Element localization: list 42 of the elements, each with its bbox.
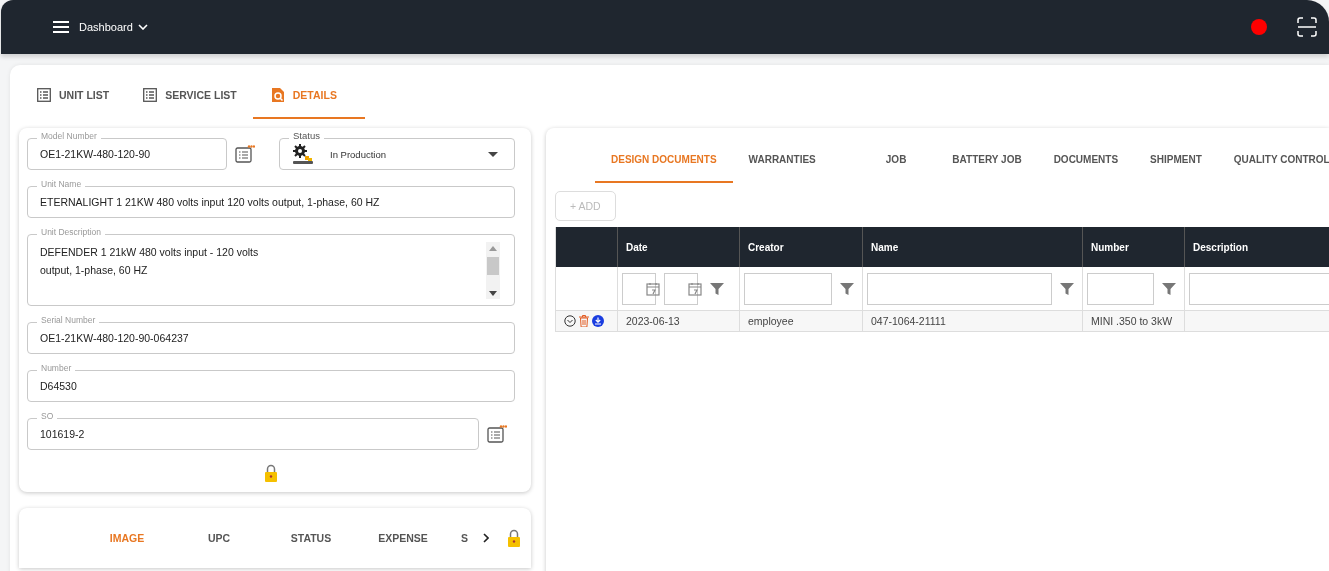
column-header[interactable]: Name bbox=[871, 241, 899, 253]
number-field[interactable]: D64530 bbox=[27, 370, 515, 402]
field-label: Status bbox=[289, 131, 324, 141]
tab[interactable]: EXPENSE bbox=[357, 532, 449, 544]
field-label: Model Number bbox=[37, 131, 101, 141]
so-field[interactable]: 101619-2 bbox=[27, 418, 479, 450]
field-value: OE1-21KW-480-120-90 bbox=[40, 148, 151, 160]
tab[interactable]: BATTERY JOB bbox=[936, 142, 1038, 183]
field-label: Unit Description bbox=[37, 227, 105, 237]
status-select[interactable]: In Production bbox=[279, 138, 515, 170]
tab[interactable]: SERVICE LIST bbox=[134, 75, 246, 119]
tab[interactable]: STATUS bbox=[265, 532, 357, 544]
field-value: 101619-2 bbox=[40, 428, 85, 440]
field-value: In Production bbox=[330, 148, 387, 160]
dashboard-menu[interactable]: Dashboard bbox=[79, 21, 148, 33]
field-label: Serial Number bbox=[37, 315, 100, 325]
tab[interactable]: WARRANTIES bbox=[732, 142, 856, 183]
tab[interactable]: DOCUMENTS bbox=[1037, 142, 1135, 183]
field-value: OE1-21KW-480-120-90-064237 bbox=[40, 332, 189, 344]
field-label: Number bbox=[37, 363, 76, 373]
field-label: Unit Name bbox=[37, 179, 86, 189]
tab[interactable]: UPC bbox=[173, 532, 265, 544]
field-value: DEFENDER 1 21kW 480 volts input - 120 volts output, 1-phase, 60 HZ bbox=[40, 245, 260, 278]
tab[interactable]: S bbox=[461, 532, 475, 544]
column-header[interactable]: Creator bbox=[748, 241, 784, 253]
serial-number-field[interactable]: OE1-21KW-480-120-90-064237 bbox=[27, 322, 515, 354]
field-value: D64530 bbox=[40, 380, 77, 392]
unit-name-field[interactable]: ETERNALIGHT 1 21KW 480 volts input 120 volts output, 1-phase, 60 HZ bbox=[27, 186, 515, 218]
field-label: SO bbox=[37, 411, 58, 421]
table-cell: employee bbox=[748, 315, 794, 327]
column-header[interactable]: Description bbox=[1193, 241, 1248, 253]
tab[interactable]: QUALITY CONTROL bbox=[1217, 142, 1329, 183]
column-header[interactable]: Date bbox=[626, 241, 648, 253]
model-number-field[interactable]: OE1-21KW-480-120-90 bbox=[27, 138, 227, 170]
tab[interactable]: JOB bbox=[855, 142, 937, 183]
field-value: ETERNALIGHT 1 21KW 480 volts input 120 volts output, 1-phase, 60 HZ bbox=[40, 196, 380, 208]
table-cell: 2023-06-13 bbox=[626, 315, 680, 327]
table-cell: MINI .350 to 3kW bbox=[1091, 315, 1173, 327]
column-header[interactable]: Number bbox=[1091, 241, 1129, 253]
table-cell: 047-1064-21111 bbox=[871, 315, 946, 327]
tab[interactable]: UNIT LIST bbox=[28, 75, 119, 119]
tab[interactable]: SHIPMENT bbox=[1134, 142, 1218, 183]
